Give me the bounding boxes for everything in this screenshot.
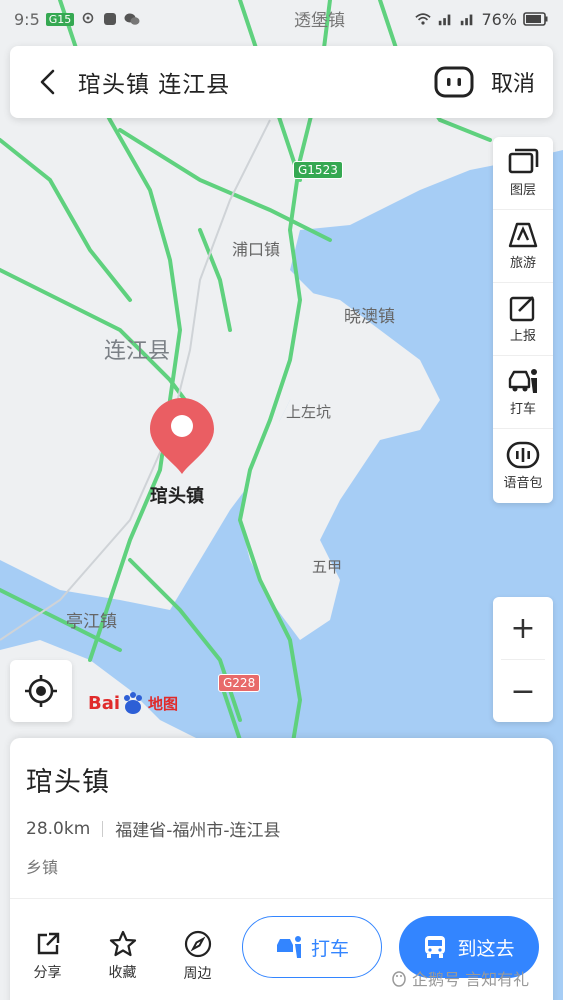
star-icon bbox=[109, 930, 136, 957]
map-label-guantou[interactable]: 琯头镇 bbox=[150, 482, 204, 508]
zoom-controls: + − bbox=[493, 597, 553, 722]
back-button[interactable] bbox=[30, 64, 66, 100]
wifi-icon bbox=[415, 11, 432, 27]
map-label-pukou[interactable]: 浦口镇 bbox=[232, 236, 280, 260]
penguin-icon bbox=[392, 971, 406, 987]
voice-assistant-button[interactable] bbox=[431, 59, 477, 105]
place-meta: 28.0km 福建省-福州市-连江县 bbox=[26, 816, 281, 842]
watermark: 企鹅号 言知有礼 bbox=[390, 966, 529, 990]
locate-me-button[interactable] bbox=[10, 660, 72, 722]
place-info-card[interactable]: 琯头镇 28.0km 福建省-福州市-连江县 乡镇 分享 收藏 周边 打车 到这… bbox=[10, 738, 553, 1000]
zoom-out-button[interactable]: − bbox=[493, 660, 553, 722]
nearby-label: 周边 bbox=[183, 965, 212, 982]
signal-4g-icon bbox=[437, 11, 453, 27]
taxi-button[interactable]: 打车 bbox=[242, 916, 382, 978]
map-tools-panel: 图层 旅游 上报 打车 语音包 bbox=[493, 137, 553, 503]
zoom-in-button[interactable]: + bbox=[493, 597, 553, 659]
voice-pack-icon bbox=[506, 441, 540, 468]
tool-layers-label: 图层 bbox=[509, 183, 536, 198]
favorite-button[interactable]: 收藏 bbox=[85, 930, 160, 982]
go-here-label: 到这去 bbox=[457, 937, 515, 960]
share-button[interactable]: 分享 bbox=[10, 931, 85, 982]
signal-icon bbox=[459, 11, 475, 27]
map-label-lianjiang[interactable]: 连江县 bbox=[104, 333, 170, 365]
status-place-label: 透堡镇 bbox=[294, 11, 345, 31]
voice-assistant-icon bbox=[434, 66, 474, 98]
tool-taxi-label: 打车 bbox=[509, 402, 536, 417]
logo-bai-text: Bai bbox=[88, 692, 121, 714]
battery-icon bbox=[523, 11, 549, 27]
baidu-paw-icon bbox=[124, 692, 143, 714]
tool-travel-label: 旅游 bbox=[509, 256, 536, 271]
layers-icon bbox=[508, 148, 539, 174]
taxi-icon bbox=[508, 369, 537, 393]
card-divider bbox=[10, 898, 553, 899]
compass-icon bbox=[184, 930, 211, 957]
tool-report-label: 上报 bbox=[509, 329, 536, 344]
map-label-xiaoao[interactable]: 晓澳镇 bbox=[344, 302, 395, 327]
tool-taxi[interactable]: 打车 bbox=[493, 356, 553, 429]
chevron-left-icon bbox=[40, 69, 55, 95]
status-bar: 9:5 G15 透堡镇 76% bbox=[0, 0, 563, 38]
carrier-badge: G15 bbox=[45, 12, 75, 26]
tool-report[interactable]: 上报 bbox=[493, 283, 553, 356]
nearby-button[interactable]: 周边 bbox=[160, 930, 235, 983]
place-name: 琯头镇 bbox=[26, 767, 110, 798]
tool-layers[interactable]: 图层 bbox=[493, 137, 553, 210]
watermark-text: 企鹅号 言知有礼 bbox=[412, 970, 530, 989]
tool-voice-pack-label: 语音包 bbox=[503, 475, 543, 491]
report-icon bbox=[509, 296, 535, 322]
battery-percent: 76% bbox=[481, 9, 517, 29]
road-badge-g1523: G1523 bbox=[293, 161, 343, 179]
cancel-button[interactable]: 取消 bbox=[491, 66, 535, 98]
bus-icon bbox=[425, 936, 446, 958]
status-time: 9:5 bbox=[14, 9, 40, 29]
taxi-label: 打车 bbox=[310, 937, 349, 960]
favorite-label: 收藏 bbox=[108, 965, 137, 981]
place-category: 乡镇 bbox=[26, 858, 59, 877]
map-label-wujia[interactable]: 五甲 bbox=[312, 556, 342, 577]
share-label: 分享 bbox=[33, 964, 62, 981]
location-status-icon bbox=[80, 11, 96, 27]
tool-travel[interactable]: 旅游 bbox=[493, 210, 553, 283]
baidu-map-logo: Bai 地图 bbox=[88, 690, 178, 716]
map-label-tingjiang[interactable]: 亭江镇 bbox=[66, 607, 117, 632]
place-address: 福建省-福州市-连江县 bbox=[115, 821, 281, 841]
tool-voice-pack[interactable]: 语音包 bbox=[493, 429, 553, 502]
crosshair-icon bbox=[25, 675, 57, 707]
location-pin-icon[interactable] bbox=[148, 396, 216, 476]
logo-ditu-text: 地图 bbox=[148, 694, 179, 713]
search-query[interactable]: 琯头镇 连江县 bbox=[78, 65, 431, 99]
travel-icon bbox=[508, 222, 538, 248]
search-bar[interactable]: 琯头镇 连江县 取消 bbox=[10, 46, 553, 118]
meta-separator bbox=[102, 820, 104, 837]
road-badge-g228: G228 bbox=[218, 674, 261, 692]
place-distance: 28.0km bbox=[26, 818, 91, 839]
app-notification-icon bbox=[102, 11, 118, 27]
share-icon bbox=[37, 932, 59, 954]
map-label-shangzuokeng[interactable]: 上左坑 bbox=[286, 401, 331, 422]
wechat-icon bbox=[124, 11, 140, 27]
taxi-icon bbox=[276, 936, 301, 958]
